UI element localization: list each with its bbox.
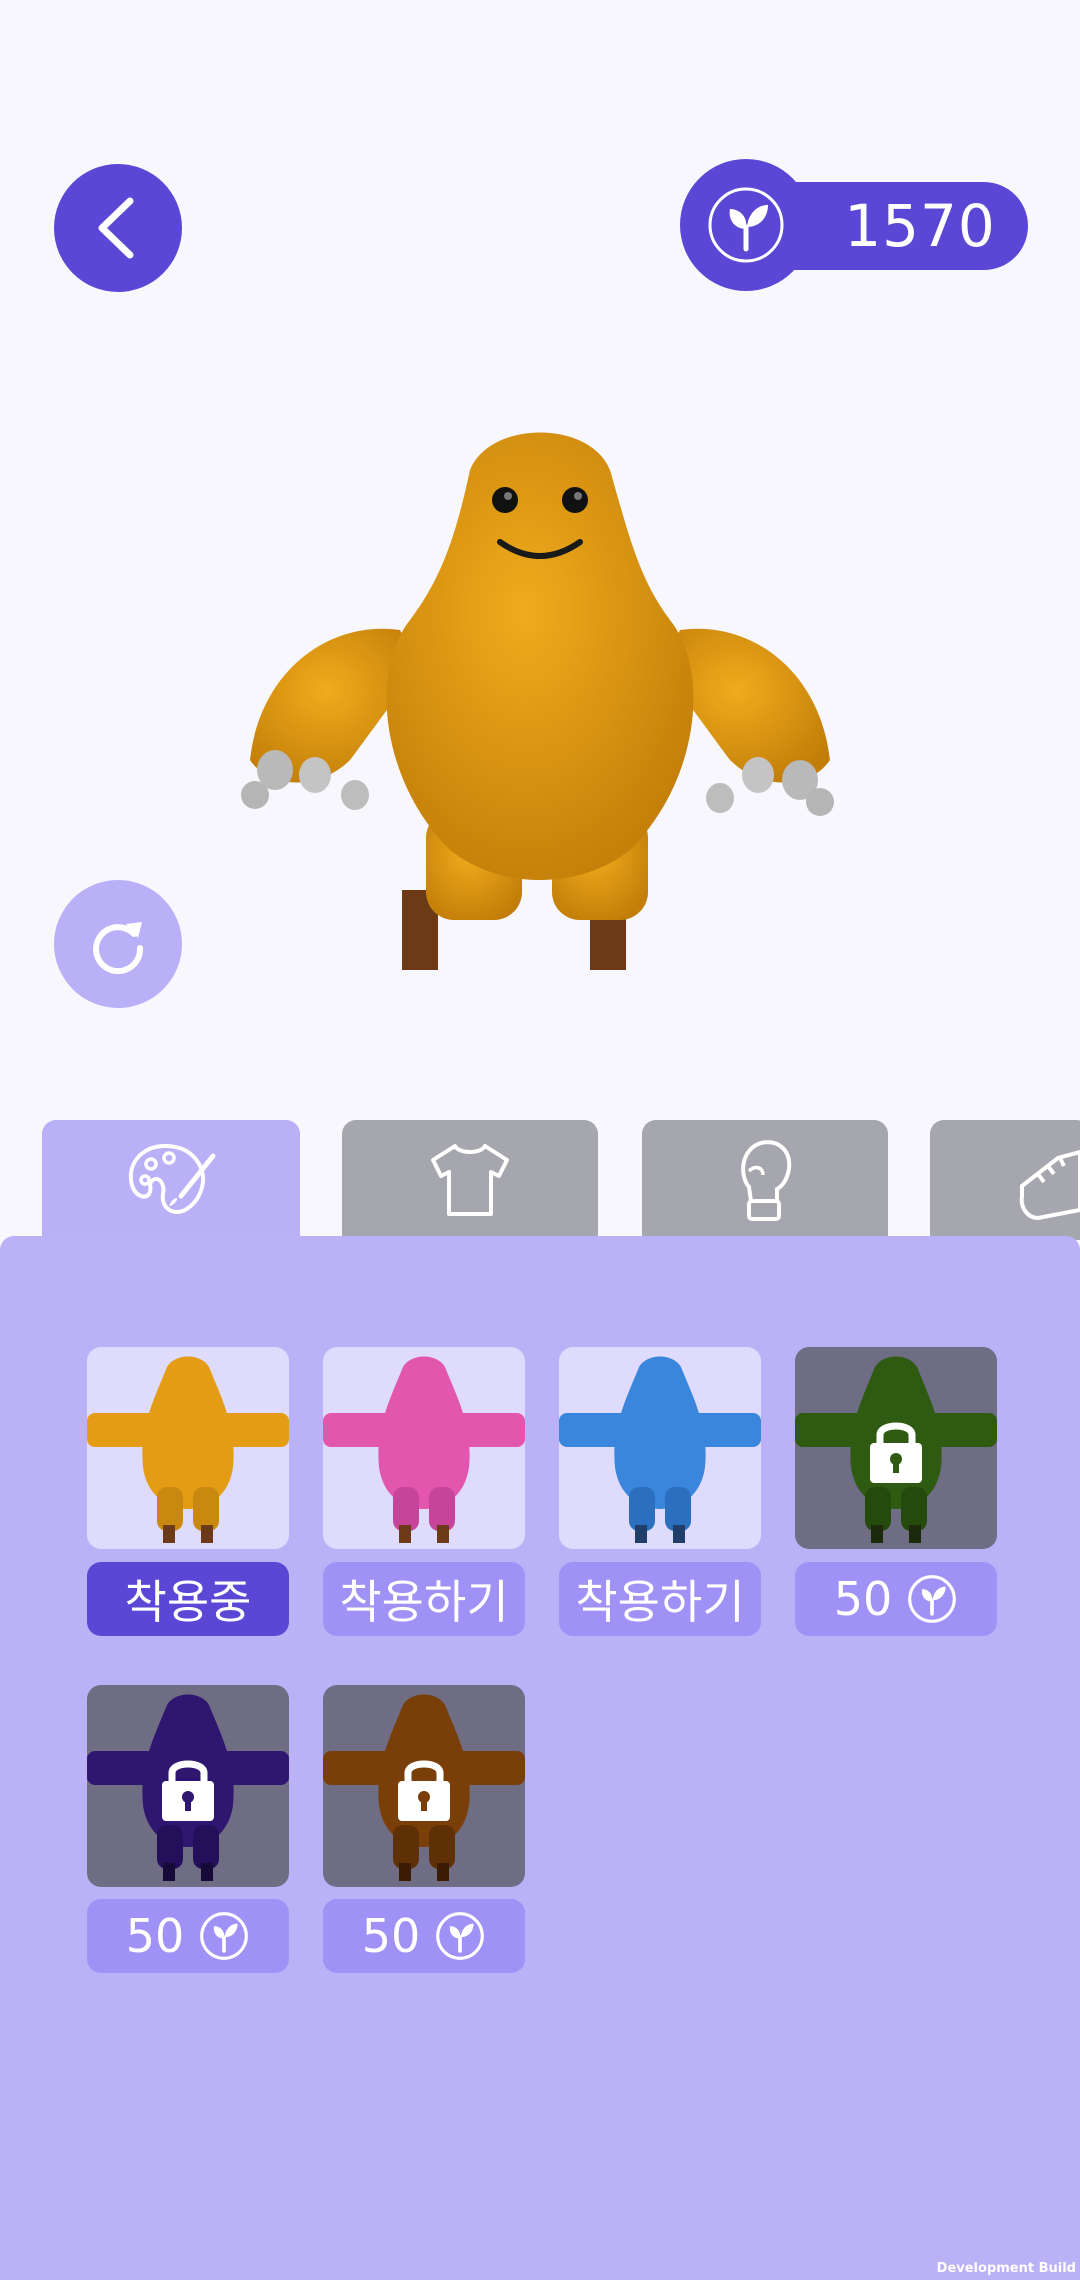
character-preview[interactable] [230, 430, 850, 980]
skin-thumbnail-green[interactable] [795, 1347, 997, 1549]
lock-icon [398, 1760, 450, 1821]
price-label: 50 [125, 1909, 185, 1963]
lock-icon [870, 1422, 922, 1483]
tshirt-icon [431, 1144, 509, 1216]
price-label: 50 [361, 1909, 421, 1963]
buy-button[interactable]: 50 [323, 1899, 525, 1973]
buy-button[interactable]: 50 [795, 1562, 997, 1636]
boxing-glove-icon [741, 1140, 792, 1221]
wear-button[interactable]: 착용하기 [323, 1562, 525, 1636]
tab-clothes[interactable] [342, 1120, 598, 1240]
sprout-icon [436, 1912, 485, 1960]
tab-gloves[interactable] [642, 1120, 888, 1240]
tab-shoes[interactable] [930, 1120, 1080, 1240]
chevron-left-icon [98, 197, 134, 259]
wear-button[interactable]: 착용하기 [559, 1562, 761, 1636]
shoe-icon [1019, 1149, 1080, 1220]
tab-color[interactable] [42, 1120, 300, 1240]
refresh-icon [93, 922, 144, 975]
buy-button[interactable]: 50 [87, 1899, 289, 1973]
skin-thumbnail-blue[interactable] [559, 1347, 761, 1549]
currency-badge [680, 159, 812, 291]
skin-thumbnail-pink[interactable] [323, 1347, 525, 1549]
currency-amount: 1570 [844, 192, 996, 260]
skin-thumbnail-purple[interactable] [87, 1685, 289, 1887]
skin-thumbnail-yellow[interactable] [87, 1347, 289, 1549]
lock-icon [162, 1760, 214, 1821]
sprout-icon [908, 1575, 957, 1623]
sprout-icon [200, 1912, 249, 1960]
price-label: 50 [833, 1572, 893, 1626]
palette-icon [128, 1143, 216, 1214]
equipped-button[interactable]: 착용중 [87, 1562, 289, 1636]
skin-thumbnail-brown[interactable] [323, 1685, 525, 1887]
back-button[interactable] [54, 164, 182, 292]
sprout-icon [708, 187, 784, 263]
development-build-label: Development Build [936, 2261, 1076, 2276]
reset-rotation-button[interactable] [54, 880, 182, 1008]
